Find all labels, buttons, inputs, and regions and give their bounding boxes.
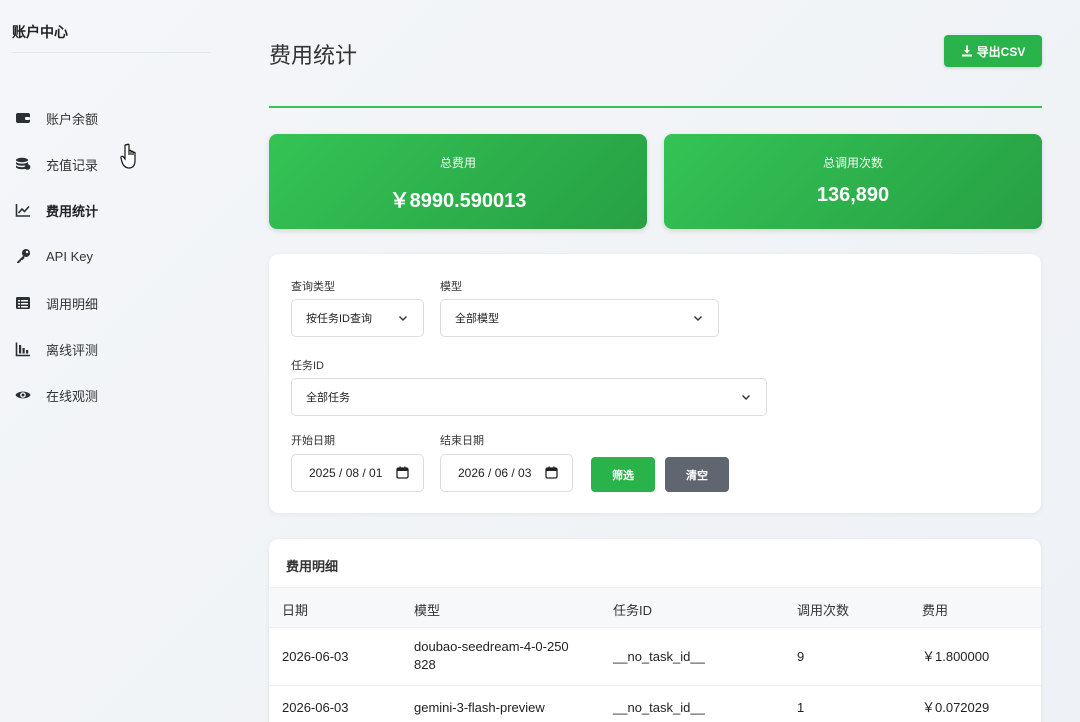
cell-calls: 9 (797, 649, 805, 664)
table-title: 费用明细 (286, 559, 339, 574)
sidebar-item-offline-eval[interactable]: 离线评测 (14, 337, 214, 361)
table-header: 日期 模型 任务ID 调用次数 费用 (269, 587, 1041, 628)
sidebar-item-label: 调用明细 (46, 296, 99, 312)
total-calls-label: 总调用次数 (822, 156, 883, 170)
cost-detail-table: 费用明细 日期 模型 任务ID 调用次数 费用 2026-06-03 douba… (269, 539, 1041, 722)
query-type-value: 按任务ID查询 (306, 313, 372, 325)
column-header-date[interactable]: 日期 (282, 600, 308, 619)
cell-task-id: __no_task_id__ (613, 649, 705, 664)
start-date-value: 2025 / 08 / 01 (309, 466, 383, 480)
cell-date: 2026-06-03 (282, 649, 349, 664)
clear-button[interactable]: 清空 (665, 457, 729, 492)
sidebar-item-label: API Key (46, 248, 93, 264)
cell-model-line: doubao-seedream-4-0-250 (414, 639, 569, 654)
list-icon (14, 294, 32, 312)
calendar-icon[interactable] (396, 466, 409, 479)
sidebar-item-label: 在线观测 (46, 388, 99, 404)
total-calls-value: 136,890 (816, 184, 890, 206)
sidebar-item-api-key[interactable]: API Key (14, 244, 214, 268)
sidebar-item-recharge[interactable]: 充值记录 (14, 152, 214, 176)
chevron-down-icon (742, 395, 750, 400)
query-type-label: 查询类型 (291, 281, 335, 293)
sidebar-item-balance[interactable]: 账户余额 (14, 106, 214, 130)
sidebar-divider (12, 52, 210, 53)
model-select[interactable]: 全部模型 (440, 299, 719, 337)
chevron-down-icon (399, 316, 407, 321)
sidebar-item-cost-stats[interactable]: 费用统计 (14, 198, 214, 222)
chart-line-icon (14, 201, 32, 219)
bar-chart-icon (14, 340, 32, 358)
column-header-task-id[interactable]: 任务ID (613, 600, 652, 619)
cell-calls: 1 (797, 700, 805, 715)
cell-cost: ￥0.072029 (922, 700, 990, 715)
column-header-cost[interactable]: 费用 (922, 600, 948, 619)
total-cost-value: ￥8990.590013 (389, 190, 527, 212)
end-date-value: 2026 / 06 / 03 (458, 466, 532, 480)
task-id-select[interactable]: 全部任务 (291, 378, 767, 416)
model-value: 全部模型 (455, 313, 499, 325)
key-icon (14, 247, 32, 265)
start-date-input[interactable]: 2025 / 08 / 01 (291, 454, 424, 492)
task-id-label: 任务ID (291, 360, 324, 372)
column-header-model[interactable]: 模型 (414, 600, 440, 619)
cell-task-id: __no_task_id__ (613, 700, 705, 715)
column-header-calls[interactable]: 调用次数 (797, 600, 849, 619)
end-date-label: 结束日期 (440, 435, 484, 447)
model-label: 模型 (440, 281, 462, 293)
export-csv-button[interactable]: 导出CSV (944, 35, 1042, 67)
export-csv-label: 导出CSV (976, 44, 1026, 59)
total-cost-card: 总费用 ￥8990.590013 (269, 134, 647, 229)
title-divider (269, 106, 1042, 108)
sidebar-title: 账户中心 (12, 24, 68, 40)
table-row[interactable]: 2026-06-03 gemini-3-flash-preview __no_t… (269, 686, 1041, 722)
table-row[interactable]: 2026-06-03 doubao-seedream-4-0-250 828 _… (269, 628, 1041, 686)
chevron-down-icon (694, 316, 702, 321)
total-cost-label: 总费用 (439, 156, 476, 170)
sidebar: 账户中心 账户余额 充值记录 费用统计 API Key 调用明细 离线评测 在线… (0, 0, 225, 722)
page-title: 费用统计 (269, 43, 358, 68)
wallet-icon (14, 109, 32, 127)
total-calls-card: 总调用次数 136,890 (664, 134, 1042, 229)
task-id-value: 全部任务 (306, 392, 350, 404)
hand-cursor-icon (120, 143, 136, 169)
sidebar-item-online-observe[interactable]: 在线观测 (14, 383, 214, 407)
filter-panel: 查询类型 按任务ID查询 模型 全部模型 任务ID 全部任务 开始日期 2025… (269, 254, 1041, 513)
sidebar-item-label: 充值记录 (46, 157, 99, 173)
cell-model: doubao-seedream-4-0-250 828 (414, 638, 569, 674)
cell-model: gemini-3-flash-preview (414, 700, 545, 715)
start-date-label: 开始日期 (291, 435, 335, 447)
coins-icon (14, 155, 32, 173)
end-date-input[interactable]: 2026 / 06 / 03 (440, 454, 573, 492)
cell-cost: ￥1.800000 (922, 649, 990, 664)
filter-button[interactable]: 筛选 (591, 457, 655, 492)
calendar-icon[interactable] (545, 466, 558, 479)
cell-model-line: 828 (414, 657, 436, 672)
query-type-select[interactable]: 按任务ID查询 (291, 299, 424, 337)
download-icon (961, 45, 972, 57)
cell-date: 2026-06-03 (282, 700, 349, 715)
sidebar-item-label: 账户余额 (46, 111, 99, 127)
sidebar-item-label: 费用统计 (46, 203, 99, 219)
sidebar-item-label: 离线评测 (46, 342, 99, 358)
sidebar-item-call-details[interactable]: 调用明细 (14, 291, 214, 315)
eye-icon (14, 386, 32, 404)
